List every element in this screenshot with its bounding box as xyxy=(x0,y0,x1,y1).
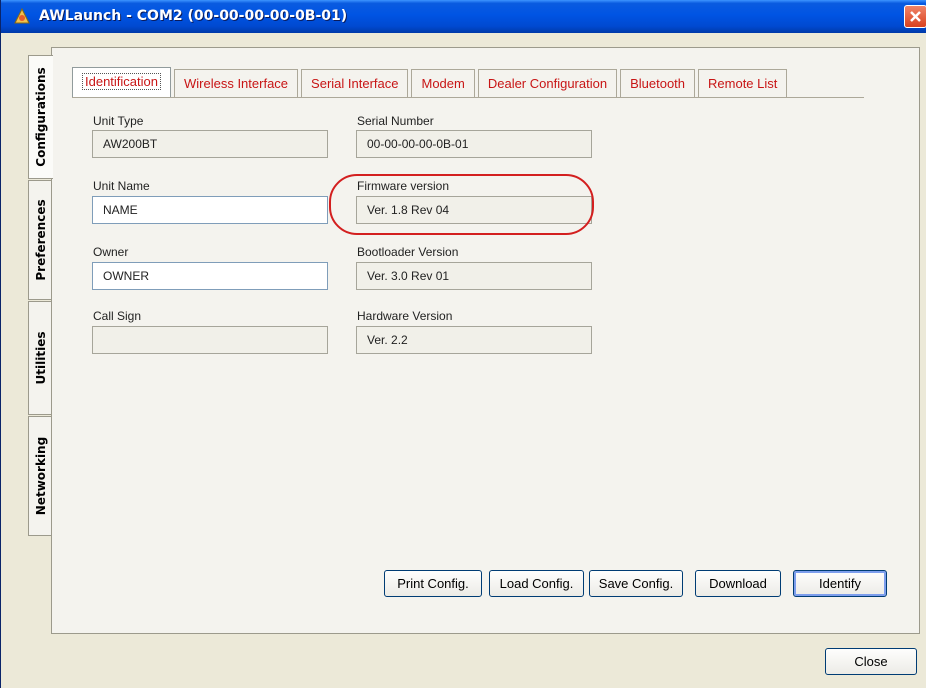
close-icon xyxy=(910,11,921,22)
app-window: AWLaunch - COM2 (00-00-00-00-0B-01) Conf… xyxy=(0,0,926,688)
tab-wireless-interface[interactable]: Wireless Interface xyxy=(174,69,299,98)
owner-label: Owner xyxy=(93,245,129,259)
hardware-version-label: Hardware Version xyxy=(357,309,453,323)
tab-bluetooth[interactable]: Bluetooth xyxy=(620,69,696,98)
serial-number-label: Serial Number xyxy=(357,114,434,128)
hardware-version-field: Ver. 2.2 xyxy=(356,326,592,354)
call-sign-label: Call Sign xyxy=(93,309,142,323)
side-tab-networking[interactable]: Networking xyxy=(28,416,52,536)
identify-button[interactable]: Identify xyxy=(793,570,887,597)
serial-number-field: 00-00-00-00-0B-01 xyxy=(356,130,592,158)
firmware-highlight-ring xyxy=(329,174,594,235)
unit-name-input[interactable]: NAME xyxy=(92,196,328,224)
tab-identification[interactable]: Identification xyxy=(72,67,171,98)
side-tab-label: Configurations xyxy=(34,67,48,167)
window-close-button[interactable] xyxy=(904,5,926,28)
download-button[interactable]: Download xyxy=(695,570,781,597)
side-tab-utilities[interactable]: Utilities xyxy=(28,301,52,415)
tab-dealer-configuration[interactable]: Dealer Configuration xyxy=(477,69,618,98)
unit-type-label: Unit Type xyxy=(93,114,144,128)
side-tab-preferences[interactable]: Preferences xyxy=(28,180,52,300)
window-title: AWLaunch - COM2 (00-00-00-00-0B-01) xyxy=(39,8,348,24)
title-bar[interactable]: AWLaunch - COM2 (00-00-00-00-0B-01) xyxy=(1,0,926,33)
side-tab-label: Utilities xyxy=(33,331,48,385)
app-icon xyxy=(14,7,30,24)
side-tab-label: Preferences xyxy=(33,199,48,281)
owner-input[interactable]: OWNER xyxy=(92,262,328,290)
tab-serial-interface[interactable]: Serial Interface xyxy=(301,69,409,98)
call-sign-input[interactable] xyxy=(92,326,328,354)
tab-remote-list[interactable]: Remote List xyxy=(698,69,788,98)
save-config-button[interactable]: Save Config. xyxy=(589,570,683,597)
bootloader-version-label: Bootloader Version xyxy=(357,245,459,259)
unit-name-label: Unit Name xyxy=(93,179,150,193)
load-config-button[interactable]: Load Config. xyxy=(489,570,584,597)
tab-modem[interactable]: Modem xyxy=(411,69,475,98)
print-config-button[interactable]: Print Config. xyxy=(384,570,482,597)
tab-strip: Identification Wireless Interface Serial… xyxy=(72,67,790,98)
side-tab-configurations[interactable]: Configurations xyxy=(28,55,53,179)
bootloader-version-field: Ver. 3.0 Rev 01 xyxy=(356,262,592,290)
close-button[interactable]: Close xyxy=(825,648,917,675)
unit-type-field: AW200BT xyxy=(92,130,328,158)
side-tab-label: Networking xyxy=(33,436,48,516)
